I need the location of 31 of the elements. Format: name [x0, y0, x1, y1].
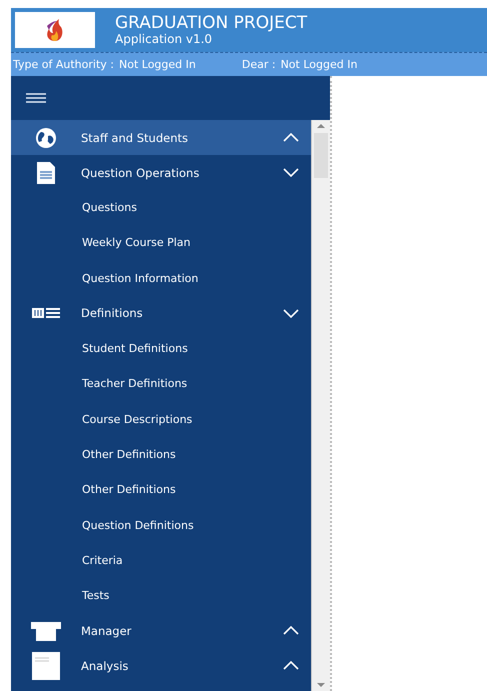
app-title: GRADUATION PROJECT — [115, 15, 308, 32]
chevron-down-icon — [283, 308, 299, 318]
menu-icon[interactable] — [26, 93, 46, 103]
menu-item[interactable]: Course Descriptions — [11, 401, 311, 437]
menu-item[interactable]: Question Definitions — [11, 507, 311, 543]
authority-label: Type of Authority : — [13, 58, 114, 71]
scroll-down-icon[interactable] — [317, 682, 325, 688]
menu-item[interactable]: Questions — [11, 190, 311, 226]
menu-group[interactable]: Staff and Students — [11, 120, 311, 155]
menu-item[interactable]: Teacher Definitions — [11, 366, 311, 402]
chevron-up-icon — [283, 661, 299, 670]
page-icon — [31, 650, 61, 681]
menu-item[interactable]: Criteria — [11, 542, 311, 578]
menu-item[interactable]: Other Definitions — [11, 472, 311, 508]
chevron-up-icon — [283, 626, 299, 636]
menu-item[interactable]: Other Definitions — [11, 436, 311, 472]
globe-icon — [35, 126, 57, 148]
document-icon — [36, 160, 56, 184]
list-icon — [31, 306, 61, 320]
app-subtitle: Application v1.0 — [115, 33, 214, 45]
shirts-icon — [30, 620, 62, 642]
authority-value: Not Logged In — [118, 58, 196, 71]
scroll-up-icon[interactable] — [317, 123, 325, 129]
menu-item[interactable]: Weekly Course Plan — [11, 225, 311, 261]
menu-item[interactable]: Student Definitions — [11, 330, 311, 366]
chevron-up-icon — [283, 133, 299, 142]
menu-item[interactable]: Tests — [11, 578, 311, 614]
chevron-down-icon — [283, 168, 299, 177]
menu-item[interactable]: Question Information — [11, 260, 311, 296]
dear-value: Not Logged In — [280, 58, 358, 71]
dear-label: Dear : — [242, 58, 276, 71]
